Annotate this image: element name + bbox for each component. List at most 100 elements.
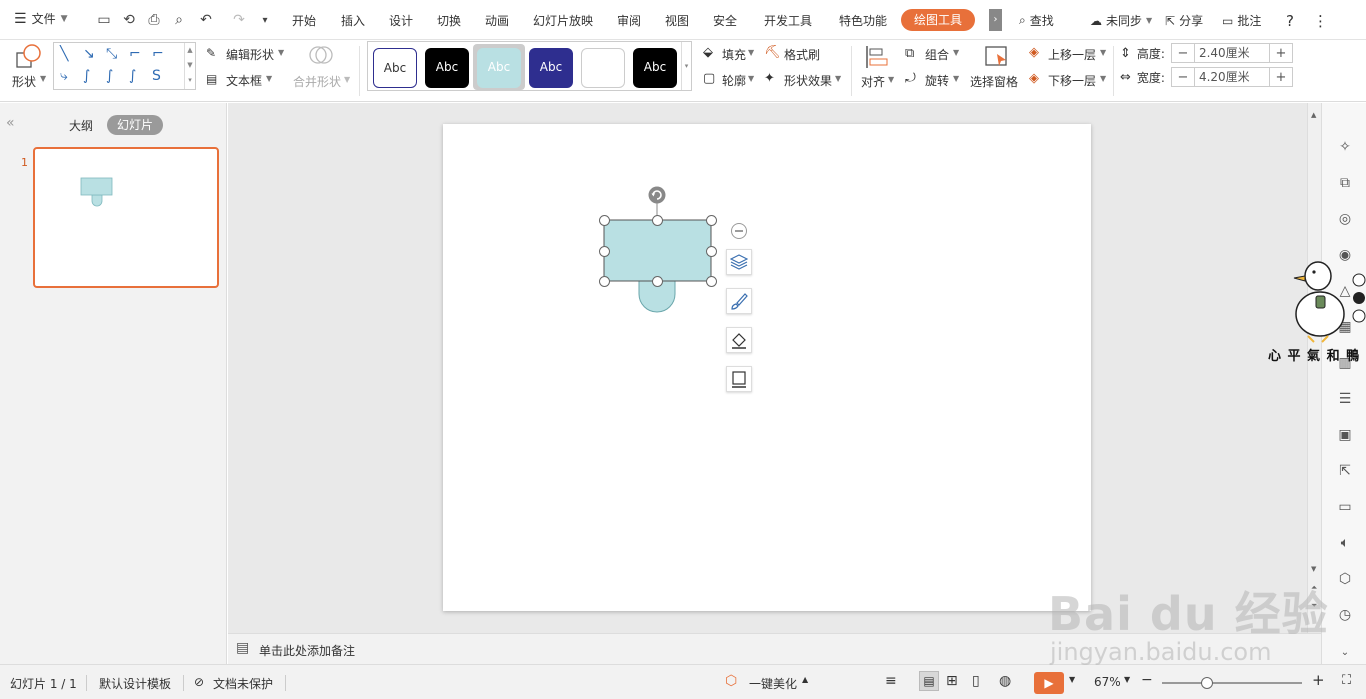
zoom-out-icon[interactable]: − [1141,672,1153,688]
shape-label[interactable]: 形状 [12,73,36,90]
archive-icon[interactable]: ▭ [1336,499,1354,517]
resize-handle-s[interactable] [652,276,663,287]
pin-icon[interactable]: ✧ [1336,139,1354,157]
protection-status[interactable]: 文档未保护 [213,675,273,692]
tab-outline[interactable]: 大纲 [69,117,93,134]
collapse-toolbar-icon[interactable] [730,222,748,240]
image-icon[interactable]: ▣ [1336,427,1354,445]
redo-icon[interactable]: ↷ [230,11,248,29]
tab-slideshow[interactable]: 幻灯片放映 [533,12,593,29]
more-options-icon[interactable]: ⋮ [1313,12,1328,30]
style-navy[interactable]: Abc [529,48,573,88]
tab-animation[interactable]: 动画 [485,12,509,29]
help-button[interactable]: ? [1286,12,1294,30]
line-icon[interactable]: ╲ [60,46,68,62]
normal-view-icon[interactable]: ▤ [919,671,939,691]
curved-connector-icon[interactable]: ∫ [83,68,90,84]
resize-handle-ne[interactable] [706,215,717,226]
scroll-down-icon[interactable]: ▼ [1311,565,1316,573]
bring-forward-button[interactable]: 上移一层 [1048,46,1096,63]
resize-handle-nw[interactable] [599,215,610,226]
chevron-down-icon[interactable]: ▼ [1124,675,1130,684]
outline-tool-button[interactable] [726,366,752,392]
rotate-handle-icon[interactable] [647,185,667,205]
tab-special[interactable]: 特色功能 [839,12,887,29]
tab-review[interactable]: 审阅 [617,12,641,29]
merge-shapes-button[interactable]: 合并形状 [293,73,341,90]
undo-icon[interactable]: ↶ [197,11,215,29]
elbow-connector-icon[interactable]: ⌐ [129,46,141,62]
style-black-2[interactable]: Abc [633,48,677,88]
cloud-save-icon[interactable]: ⟲ [120,11,138,29]
fit-window-icon[interactable]: ⛶ [1342,673,1351,688]
height-input[interactable]: 2.40厘米 [1193,44,1270,62]
style-outline-navy[interactable]: Abc [373,48,417,88]
share-button[interactable]: ⇱ 分享 [1165,12,1203,29]
print-icon[interactable]: ⎙ [145,11,163,29]
resize-handle-se[interactable] [706,276,717,287]
search-button[interactable]: ⌕ 查找 [1019,12,1054,29]
collapse-panel-icon[interactable]: « [6,115,15,131]
print-preview-icon[interactable]: ⌕ [170,11,188,29]
resize-handle-n[interactable] [652,215,663,226]
zoom-in-icon[interactable]: + [1312,671,1325,689]
chevron-down-icon[interactable]: ▼ [1069,675,1075,684]
zoom-slider-thumb[interactable] [1201,677,1213,689]
width-decrease-button[interactable]: − [1172,70,1194,85]
fill-tool-button[interactable] [726,327,752,353]
rotate-button[interactable]: 旋转 [925,72,949,89]
shape-effect-button[interactable]: 形状效果 [784,72,832,89]
vertical-scrollbar[interactable]: ▲ ▼ ⏶ ⏷ [1307,103,1321,633]
template-name[interactable]: 默认设计模板 [99,675,171,692]
file-menu[interactable]: ☰ 文件 ▼ [14,10,68,27]
tab-insert[interactable]: 插入 [341,12,365,29]
send-backward-button[interactable]: 下移一层 [1048,72,1096,89]
style-brush-button[interactable] [726,288,752,314]
tab-design[interactable]: 设计 [389,12,413,29]
resize-handle-w[interactable] [599,246,610,257]
double-arrow-line-icon[interactable]: ⤡ [106,46,117,62]
shape-styles-gallery[interactable]: Abc Abc Abc Abc Abc ▾ [367,41,692,91]
edit-shape-button[interactable]: 编辑形状 [226,46,274,63]
shield-icon[interactable]: ⬡ [1336,571,1354,589]
more-tabs-icon[interactable]: › [989,9,1002,31]
resize-handle-sw[interactable] [599,276,610,287]
layers-button[interactable] [726,249,752,275]
copy-icon[interactable]: ⧉ [1336,175,1354,193]
resize-handle-e[interactable] [706,246,717,257]
tab-view[interactable]: 视图 [665,12,689,29]
elbow-arrow-icon[interactable]: ⌐ [152,46,164,62]
speaker-icon[interactable]: 🔈︎ [1336,535,1354,553]
tab-home[interactable]: 开始 [292,12,316,29]
freeform-icon[interactable]: S [152,68,161,84]
tab-slides[interactable]: 幻灯片 [107,115,163,135]
shapes-icon[interactable]: ◎ [1336,211,1354,229]
customize-icon[interactable]: ▾ [256,11,274,29]
outline-button[interactable]: 轮廓 [722,72,746,89]
arrow-line-icon[interactable]: ↘ [83,46,95,62]
styles-scroll[interactable]: ▾ [681,42,691,90]
tab-drawing-tools[interactable]: 绘图工具 [901,9,975,31]
save-icon[interactable]: ▭ [95,11,113,29]
elbow-double-arrow-icon[interactable]: ⤷ [60,68,68,84]
style-light-teal[interactable]: Abc [477,48,521,88]
style-black[interactable]: Abc [425,48,469,88]
tab-transition[interactable]: 切换 [437,12,461,29]
notes-toggle-icon[interactable]: ≡ [885,673,897,689]
presenter-icon[interactable]: ◍ [999,673,1011,689]
shape-icon[interactable] [16,44,42,68]
curved-arrow-icon[interactable]: ∫ [106,68,113,84]
group-button[interactable]: 组合 [925,46,949,63]
height-increase-button[interactable]: + [1270,46,1292,61]
sync-button[interactable]: ☁ 未同步 ▼ [1090,12,1152,29]
gallery-scroll[interactable]: ▲ ▼ ▾ [184,43,195,89]
zoom-slider[interactable] [1162,677,1302,689]
notes-placeholder[interactable]: 单击此处添加备注 [259,642,355,659]
lines-gallery[interactable]: ╲ ↘ ⤡ ⌐ ⌐ ⤷ ∫ ∫ ∫ S ▲ ▼ ▾ [53,42,196,90]
width-increase-button[interactable]: + [1270,70,1292,85]
slide-sorter-icon[interactable]: ⊞ [946,673,958,689]
beautify-button[interactable]: 一键美化 [749,675,797,692]
comment-button[interactable]: ▭ 批注 [1222,12,1261,29]
zoom-level[interactable]: 67% [1094,675,1121,689]
play-slideshow-button[interactable]: ▶ [1034,672,1064,694]
